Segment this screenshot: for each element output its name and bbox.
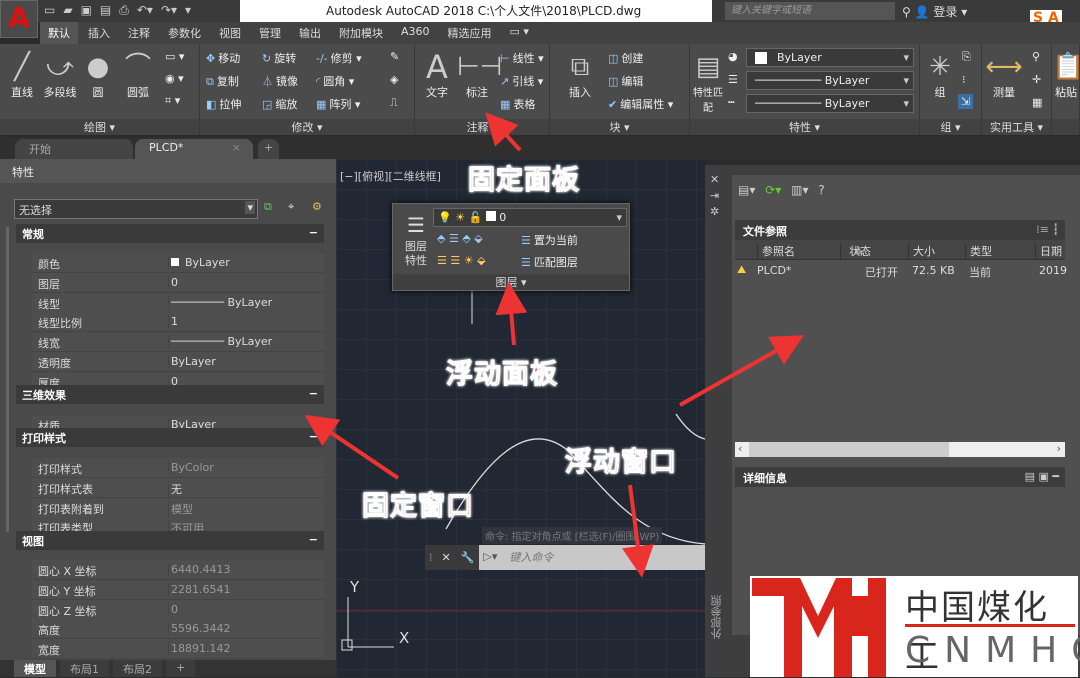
logo-en-text: CNMHG — [905, 630, 1080, 671]
label-floating-panel: 浮动面板 — [446, 359, 558, 391]
label-floating-window: 浮动窗口 — [565, 447, 677, 479]
arrow-floating-window-2 — [622, 484, 654, 578]
logo-divider — [905, 624, 1075, 627]
arrow-floating-panel — [495, 282, 528, 346]
label-fixed-window: 固定窗口 — [362, 491, 474, 523]
arrow-fixed-window — [304, 415, 400, 480]
arrow-fixed-panel — [485, 112, 522, 152]
watermark-logo: 中国煤化工 CNMHG — [750, 576, 1080, 677]
label-fixed-panel: 固定面板 — [468, 165, 580, 197]
logo-mark — [752, 578, 886, 677]
arrow-floating-window-1 — [679, 335, 804, 407]
